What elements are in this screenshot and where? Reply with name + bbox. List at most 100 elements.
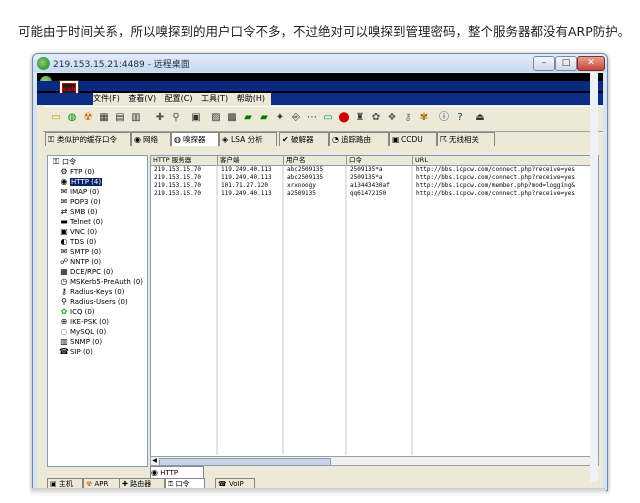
network-icon: ◉ xyxy=(134,135,141,144)
cert-icon[interactable]: ✿ xyxy=(369,111,383,125)
tab-network[interactable]: ◉ 网络 xyxy=(131,132,171,146)
tree-item-label: SMB (0) xyxy=(70,208,98,216)
save-icon[interactable]: ▣ xyxy=(189,111,203,125)
tree-item-telnet[interactable]: ▬ Telnet (0) xyxy=(58,217,103,227)
menu-help[interactable]: 帮助(H) xyxy=(237,94,265,103)
menu-file[interactable]: 文件(F) xyxy=(93,94,120,103)
tool-a-icon[interactable]: ▨ xyxy=(209,111,223,125)
tree-item-dcerpc[interactable]: ▦ DCE/RPC (0) xyxy=(58,267,113,277)
crypto-icon[interactable]: ❖ xyxy=(385,111,399,125)
tree-item-label: DCE/RPC (0) xyxy=(70,268,114,276)
route-icon[interactable]: ⎆ xyxy=(289,111,303,125)
bottom-tab-host[interactable]: ▣ 主机 xyxy=(47,478,83,488)
bottom-tab-apr[interactable]: ☢ APR xyxy=(83,478,121,488)
hex-icon[interactable]: ▤ xyxy=(113,111,127,125)
bottom-tab-label: VoIP xyxy=(228,480,244,488)
tree-item-vnc[interactable]: ▣ VNC (0) xyxy=(58,227,97,237)
tab-label: 类似护的缓存口令 xyxy=(57,135,117,144)
tree-item-tds[interactable]: ◐ TDS (0) xyxy=(58,237,97,247)
menu-config[interactable]: 配置(C) xyxy=(165,94,193,103)
tree-item-radius-users[interactable]: ⚲ Radius-Users (0) xyxy=(58,297,128,307)
imap-icon: ✉ xyxy=(60,187,68,196)
tree-root[interactable]: ⚿ 口令 xyxy=(50,157,76,167)
scroll-left-icon[interactable]: ◀ xyxy=(151,457,158,465)
horizontal-scrollbar[interactable]: ◀ ▶ xyxy=(150,456,599,466)
tab-lsa[interactable]: ◈ LSA 分析 xyxy=(219,132,277,146)
map-icon[interactable]: ✾ xyxy=(417,111,431,125)
apr-toggle-icon[interactable]: ☢ xyxy=(81,111,95,125)
tree-item-ftp[interactable]: ⚙ FTP (0) xyxy=(58,167,94,177)
tab-label: 追踪路由 xyxy=(341,135,371,144)
tree-item-label: TDS (0) xyxy=(70,238,97,246)
traceroute-icon: ◔ xyxy=(332,135,339,144)
tab-traceroute[interactable]: ◔ 追踪路由 xyxy=(329,132,389,146)
tree-item-smtp[interactable]: ✉ SMTP (0) xyxy=(58,247,101,257)
grid-icon[interactable]: ▦ xyxy=(97,111,111,125)
maximize-button[interactable]: □ xyxy=(555,56,577,71)
minimize-button[interactable]: – xyxy=(533,56,555,71)
main-tabs: ⚿ 类似护的缓存口令 ◉ 网络 ◍ 嗅探器 ◈ LSA 分析 ✔ 破解器 ◔ 追踪路由 ▣C… xyxy=(43,132,601,146)
tree-item-http[interactable]: ◉ HTTP (4) xyxy=(58,177,103,187)
tree-item-nntp[interactable]: ☍ NNTP (0) xyxy=(58,257,101,267)
col-client[interactable]: 客户端 xyxy=(218,156,284,165)
close-button[interactable]: ✕ xyxy=(577,56,605,71)
tree-item-snmp[interactable]: ▥ SNMP (0) xyxy=(58,337,102,347)
tree-item-label: SMTP (0) xyxy=(70,248,102,256)
filter-icon[interactable]: ⚲ xyxy=(169,111,183,125)
ntlm-icon[interactable]: ▰ xyxy=(257,111,271,125)
bag-icon[interactable]: ♜ xyxy=(353,111,367,125)
tree-item-sip[interactable]: ☎SIP (0) xyxy=(58,347,93,357)
info-icon[interactable]: ⓘ xyxy=(437,111,451,125)
bottom-tab-passwords[interactable]: ⚿ 口令 xyxy=(165,478,205,488)
ccdu-icon: ▣ xyxy=(392,135,400,144)
bottom-tab-voip[interactable]: ☎ VoIP xyxy=(215,478,255,488)
cracker-icon: ✔ xyxy=(282,135,289,144)
telnet-icon: ▬ xyxy=(60,217,68,226)
remote-window-scrollbar[interactable] xyxy=(590,72,598,482)
col-url[interactable]: URL xyxy=(413,156,595,165)
tab-wireless[interactable]: ☈ 无线相关 xyxy=(437,132,495,146)
bottom-tab-router[interactable]: ✚ 路由器 xyxy=(119,478,165,488)
tool-b-icon[interactable]: ▩ xyxy=(225,111,239,125)
hash-icon[interactable]: ✦ xyxy=(273,111,287,125)
sniffer-toggle-icon[interactable]: ◍ xyxy=(65,111,79,125)
voip-tool-icon[interactable]: ▭ xyxy=(321,111,335,125)
scroll-thumb[interactable] xyxy=(159,458,331,466)
tab-label: LSA 分析 xyxy=(231,135,263,144)
dots-icon[interactable]: ⋯ xyxy=(305,111,319,125)
tree-item-radius-keys[interactable]: ⚷ Radius-Keys (0) xyxy=(58,287,124,297)
col-username[interactable]: 用户名 xyxy=(284,156,347,165)
record-icon[interactable]: ⬤ xyxy=(337,111,351,125)
tab-cracker[interactable]: ✔ 破解器 xyxy=(279,132,329,146)
tree-item-imap[interactable]: ✉ IMAP (0) xyxy=(58,187,100,197)
exit-icon[interactable]: ⏏ xyxy=(473,111,487,125)
window-titlebar[interactable]: 219.153.15.21:4489 - 远程桌面 – □ ✕ xyxy=(33,54,607,72)
tab-ccdu[interactable]: ▣CCDU xyxy=(389,132,437,146)
col-password[interactable]: 口令 xyxy=(347,156,413,165)
tree-item-label: VNC (0) xyxy=(70,228,98,236)
tab-label: 嗅探器 xyxy=(183,135,206,144)
key-tool-icon[interactable]: ⚷ xyxy=(401,111,415,125)
ftp-icon: ⚙ xyxy=(60,167,68,176)
tree-item-mysql[interactable]: ◌ MySQL (0) xyxy=(58,327,107,337)
tab-sniffer[interactable]: ◍ 嗅探器 xyxy=(171,132,219,146)
close-icon: ✕ xyxy=(587,58,595,68)
help-icon[interactable]: ? xyxy=(453,111,467,125)
mysql-icon: ◌ xyxy=(60,327,68,336)
sniffer-icon: ◍ xyxy=(174,135,181,144)
menu-view[interactable]: 查看(V) xyxy=(128,94,156,103)
tree-item-mskerb[interactable]: ◷ MSKerb5-PreAuth (0) xyxy=(58,277,144,287)
open-icon[interactable]: ▭ xyxy=(49,111,63,125)
col-http-server[interactable]: HTTP 服务器 xyxy=(151,156,218,165)
tree-item-label: IMAP (0) xyxy=(70,188,100,196)
radius-users-icon: ⚲ xyxy=(61,297,67,306)
tree-item-smb[interactable]: ⇄ SMB (0) xyxy=(58,207,98,217)
menu-tools[interactable]: 工具(T) xyxy=(201,94,228,103)
tree-item-icq[interactable]: ✿ ICQ (0) xyxy=(58,307,95,317)
tree-item-ike[interactable]: ⊕ IKE-PSK (0) xyxy=(58,317,109,327)
lm-icon[interactable]: ▰ xyxy=(241,111,255,125)
list-icon[interactable]: ▥ xyxy=(129,111,143,125)
tree-item-pop3[interactable]: ✉ POP3 (0) xyxy=(58,197,101,207)
add-icon[interactable]: ✚ xyxy=(153,111,167,125)
tab-cached-passwords[interactable]: ⚿ 类似护的缓存口令 xyxy=(45,132,131,146)
